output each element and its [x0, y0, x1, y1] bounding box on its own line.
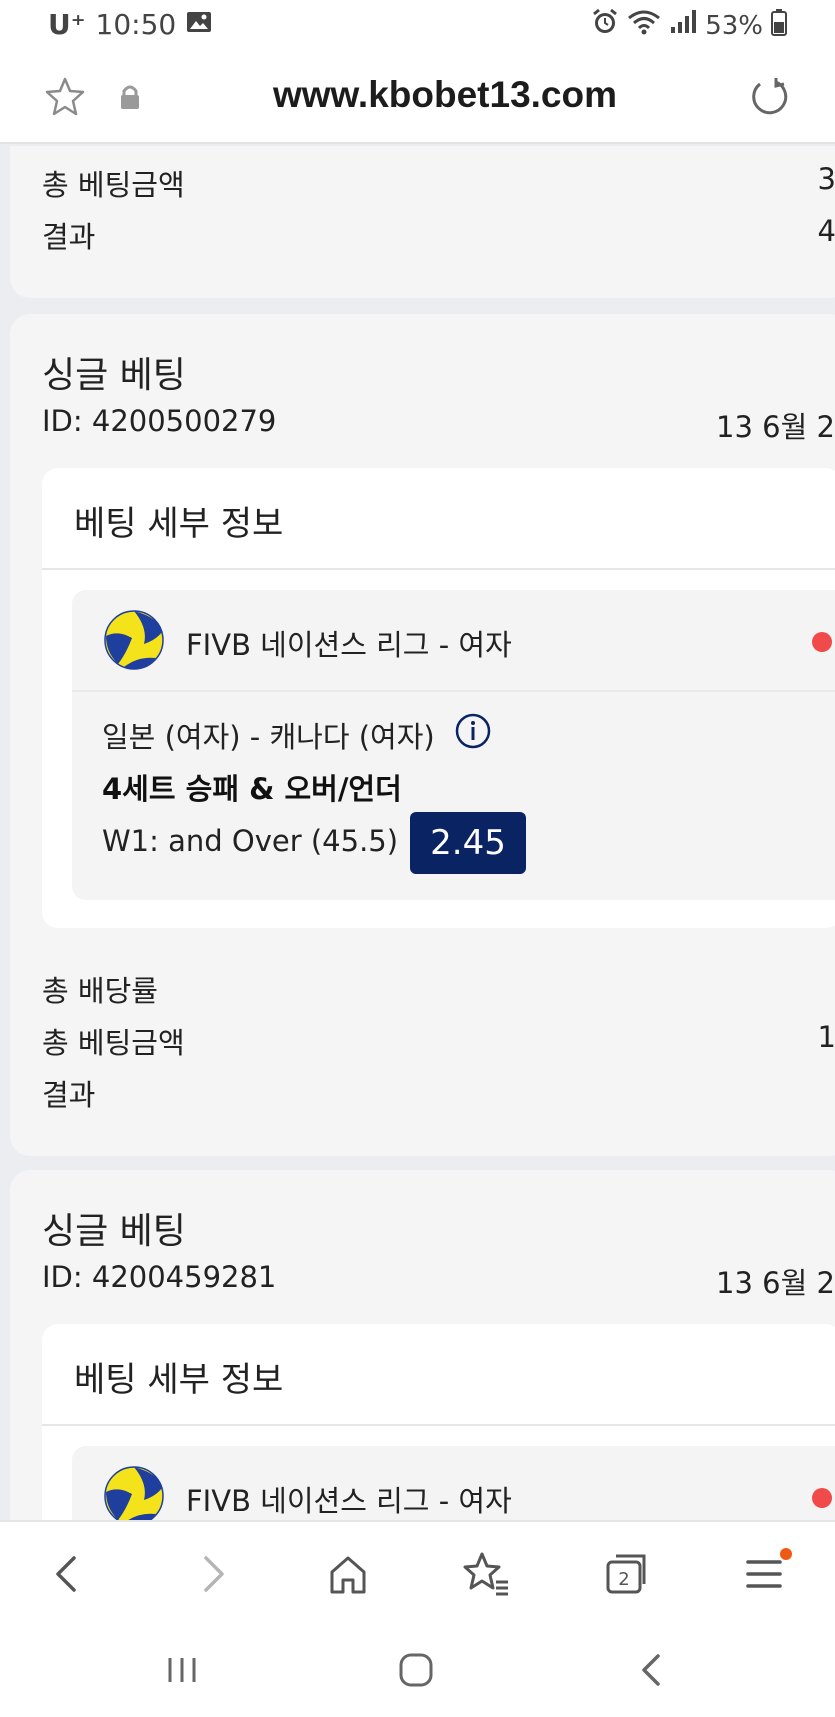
recents-icon[interactable]	[160, 1648, 204, 1692]
match-name: 일본 (여자) - 캐나다 (여자)	[102, 720, 435, 754]
odds-badge: 2.45	[410, 812, 526, 874]
total-stake-value: 3	[817, 162, 835, 196]
reload-icon[interactable]	[748, 76, 790, 118]
volleyball-icon	[104, 1466, 164, 1520]
status-dot	[812, 632, 832, 652]
address-bar: www.kbobet13.com	[0, 52, 835, 144]
league-name: FIVB 네이션스 리그 - 여자	[186, 1484, 512, 1518]
bet-type-title: 싱글 베팅	[42, 355, 186, 396]
url-field[interactable]: www.kbobet13.com	[200, 74, 690, 116]
bet-id: ID: 4200500279	[42, 404, 277, 438]
bet-card: 싱글 베팅 ID: 4200459281 13 6월 2 베팅 세부 정보 FI…	[10, 1170, 835, 1520]
event-header: FIVB 네이션스 리그 - 여자	[72, 1446, 835, 1520]
bet-type-title: 싱글 베팅	[42, 1211, 186, 1252]
bet-details-panel: 베팅 세부 정보 FIVB 네이션스	[42, 1324, 835, 1520]
league-name: FIVB 네이션스 리그 - 여자	[186, 628, 512, 662]
bet-card: 싱글 베팅 ID: 4200500279 13 6월 2 베팅 세부 정보 FI…	[10, 314, 835, 1156]
event-header: FIVB 네이션스 리그 - 여자	[72, 590, 835, 692]
browser-toolbar: 2	[0, 1520, 835, 1620]
system-back-icon[interactable]	[630, 1648, 674, 1692]
wifi-icon	[627, 8, 661, 43]
bookmarks-icon[interactable]	[458, 1546, 514, 1602]
event-box: FIVB 네이션스 리그 - 여자 일본 (여자) - 캐나다 (여자) 4세트…	[72, 590, 835, 900]
alarm-icon	[591, 8, 619, 43]
notification-badge	[780, 1548, 792, 1560]
status-left: U⁺ 10:50	[48, 8, 212, 41]
total-stake-value: 1	[817, 1020, 835, 1054]
result-label: 결과	[42, 1078, 96, 1112]
bet-date: 13 6월 2	[716, 410, 835, 444]
status-bar: U⁺ 10:50 53%	[0, 0, 835, 52]
divider	[42, 1424, 835, 1426]
volleyball-icon	[104, 610, 164, 670]
home-button-icon[interactable]	[394, 1648, 438, 1692]
info-icon[interactable]	[454, 712, 492, 750]
image-icon	[186, 8, 212, 41]
back-icon[interactable]	[40, 1546, 96, 1602]
clock: 10:50	[95, 8, 177, 41]
event-box: FIVB 네이션스 리그 - 여자	[72, 1446, 835, 1520]
result-label: 결과	[42, 220, 96, 254]
battery-percent: 53%	[705, 10, 763, 41]
selection: W1: and Over (45.5)	[102, 824, 399, 858]
carrier-label: U⁺	[48, 8, 86, 41]
bet-details-title: 베팅 세부 정보	[74, 504, 284, 544]
battery-icon	[771, 8, 787, 43]
market-name: 4세트 승패 & 오버/언더	[102, 772, 402, 806]
star-icon[interactable]	[44, 76, 86, 118]
signal-icon	[669, 9, 697, 42]
forward-icon[interactable]	[184, 1546, 240, 1602]
result-value: 4	[817, 214, 835, 248]
status-right: 53%	[591, 8, 787, 43]
divider	[42, 568, 835, 570]
tab-count: 2	[618, 1569, 629, 1590]
bet-date: 13 6월 2	[716, 1266, 835, 1300]
home-icon[interactable]	[320, 1546, 376, 1602]
bet-details-title: 베팅 세부 정보	[74, 1360, 284, 1400]
bet-card-previous: 총 베팅금액 3 결과 4	[10, 146, 835, 298]
status-dot	[812, 1488, 832, 1508]
lock-icon	[118, 84, 142, 110]
total-stake-label: 총 베팅금액	[42, 1026, 185, 1060]
tabs-icon[interactable]: 2	[598, 1546, 654, 1602]
total-stake-label: 총 베팅금액	[42, 168, 185, 202]
bet-id: ID: 4200459281	[42, 1260, 277, 1294]
screen: U⁺ 10:50 53% www.kbobet13.com 총 베팅금액 3 결…	[0, 0, 835, 1717]
bet-details-panel: 베팅 세부 정보 FIVB 네이션스	[42, 468, 835, 928]
total-odds-label: 총 배당률	[42, 974, 158, 1008]
bet-history-list[interactable]: 총 베팅금액 3 결과 4 싱글 베팅 ID: 4200500279 13 6월…	[0, 146, 835, 1520]
system-nav-bar	[0, 1620, 835, 1717]
